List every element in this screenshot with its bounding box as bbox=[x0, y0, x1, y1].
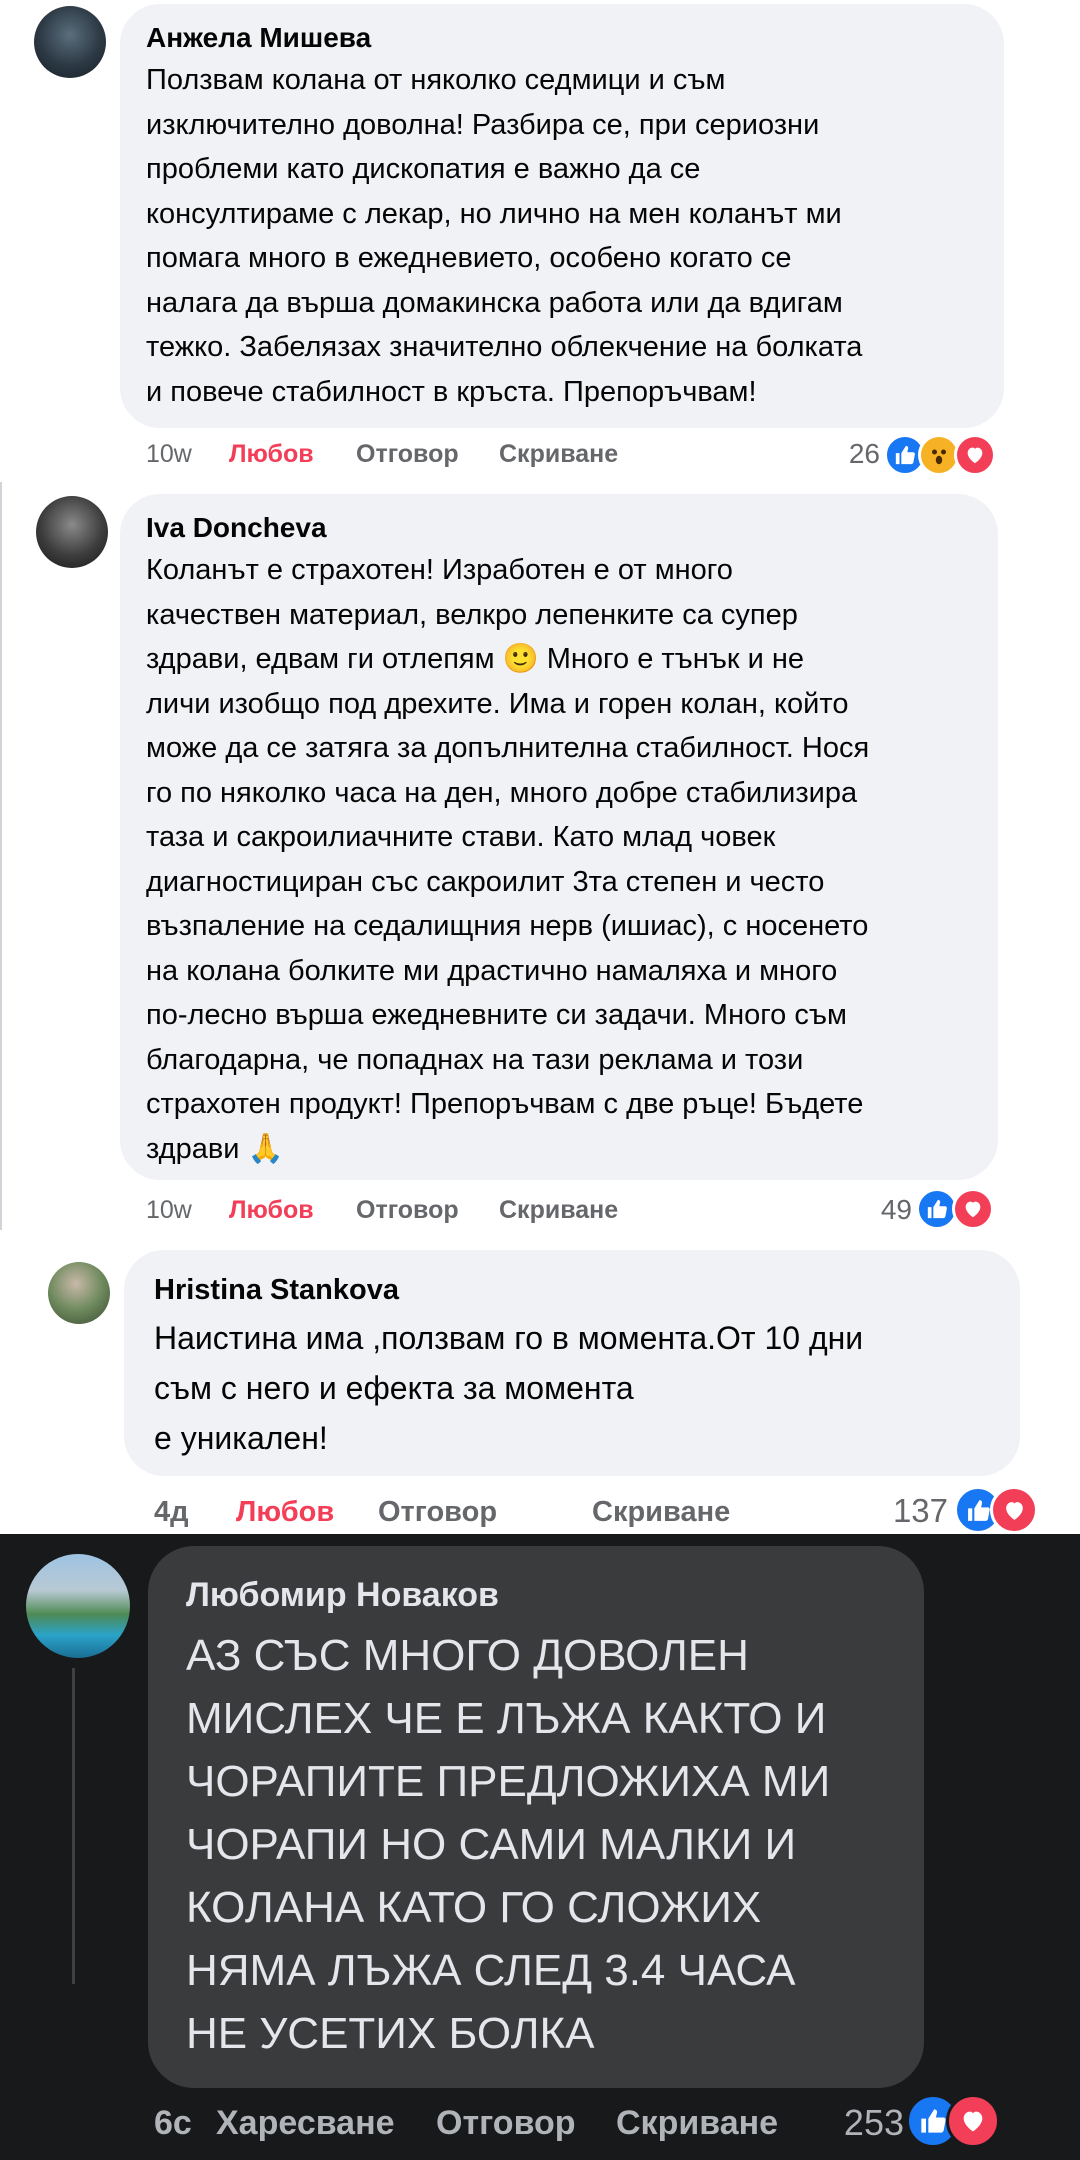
reaction-count[interactable]: 137 bbox=[868, 1492, 948, 1530]
comment-author[interactable]: Любомир Новаков bbox=[186, 1576, 499, 1615]
reaction-count[interactable]: 26 bbox=[830, 438, 880, 470]
reaction-count[interactable]: 49 bbox=[862, 1194, 912, 1226]
comment-author[interactable]: Iva Doncheva bbox=[146, 512, 327, 544]
thread-line bbox=[72, 1668, 75, 1984]
heart-icon bbox=[952, 1188, 994, 1230]
comment-text: АЗ СЪС МНОГО ДОВОЛЕН МИСЛЕХ ЧЕ Е ЛЪЖА КА… bbox=[186, 1631, 831, 2058]
avatar[interactable] bbox=[48, 1262, 110, 1324]
comment-timestamp[interactable]: 6с bbox=[154, 2104, 192, 2143]
avatar[interactable] bbox=[36, 496, 108, 568]
love-button[interactable]: Любов bbox=[236, 1496, 334, 1529]
thread-line bbox=[0, 482, 2, 1230]
heart-icon bbox=[954, 434, 996, 476]
hide-button[interactable]: Скриване bbox=[616, 2104, 778, 2143]
reply-button[interactable]: Отговор bbox=[378, 1496, 497, 1529]
comment-text: Наистина има ,ползвам го в момента.От 10… bbox=[154, 1320, 864, 1456]
comment-4-dark-panel: Любомир Новаков АЗ СЪС МНОГО ДОВОЛЕН МИС… bbox=[0, 1534, 1080, 2160]
comment-text: Ползвам колана от няколко седмици и съм … bbox=[146, 64, 863, 408]
avatar[interactable] bbox=[34, 6, 106, 78]
comment-timestamp[interactable]: 10w bbox=[146, 1196, 192, 1225]
comment-text: Коланът е страхотен! Изработен е от мног… bbox=[146, 554, 870, 1165]
comment-timestamp[interactable]: 4д bbox=[154, 1496, 189, 1529]
comment-author[interactable]: Hristina Stankova bbox=[154, 1274, 399, 1307]
hide-button[interactable]: Скриване bbox=[499, 440, 618, 469]
love-button[interactable]: Любов bbox=[229, 1196, 314, 1225]
reply-button[interactable]: Отговор bbox=[356, 440, 459, 469]
hide-button[interactable]: Скриване bbox=[592, 1496, 730, 1529]
comment-author[interactable]: Анжела Мишева bbox=[146, 22, 371, 54]
heart-icon bbox=[946, 2094, 1000, 2148]
avatar[interactable] bbox=[26, 1554, 130, 1658]
comment-timestamp[interactable]: 10w bbox=[146, 440, 192, 469]
reaction-count[interactable]: 253 bbox=[824, 2102, 904, 2144]
love-button[interactable]: Любов bbox=[229, 440, 314, 469]
reply-button[interactable]: Отговор bbox=[436, 2104, 576, 2143]
heart-icon bbox=[990, 1486, 1038, 1534]
hide-button[interactable]: Скриване bbox=[499, 1196, 618, 1225]
like-button[interactable]: Харесване bbox=[216, 2104, 395, 2143]
reply-button[interactable]: Отговор bbox=[356, 1196, 459, 1225]
